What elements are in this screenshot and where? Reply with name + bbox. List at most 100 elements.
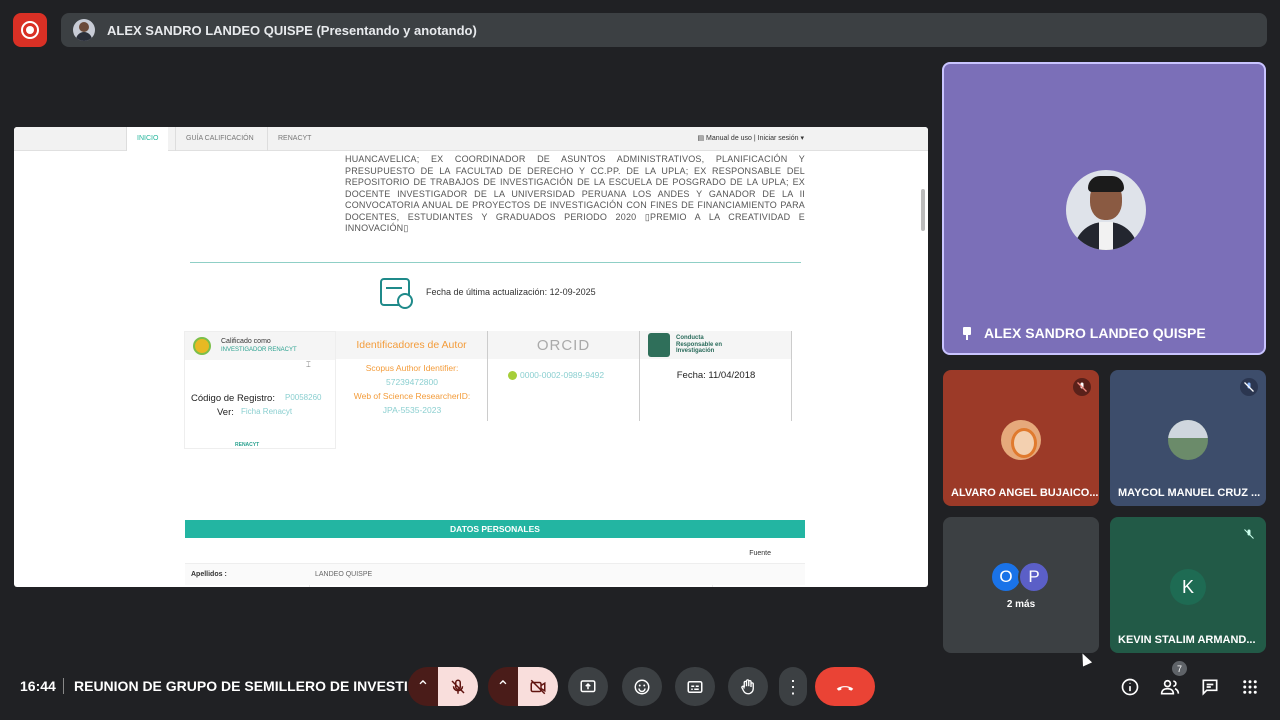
leave-call-button[interactable] (815, 667, 875, 706)
mic-off-icon (1240, 525, 1258, 543)
shared-nav: INICIO GUÍA CALIFICACIÓN RENACYT ▤ Manua… (14, 127, 928, 151)
participant-name: MAYCOL MANUEL CRUZ ... (1118, 487, 1261, 499)
activities-button[interactable] (1237, 675, 1263, 699)
ficha-link[interactable]: Ficha Renacyt (241, 407, 292, 416)
mic-off-icon (1240, 378, 1258, 396)
orcid-card: ORCID 0000-0002-0989-9492 (488, 331, 640, 421)
participant-avatar (1001, 420, 1041, 460)
present-button[interactable] (568, 667, 608, 706)
wos-label: Web of Science ResearcherID: (353, 391, 471, 401)
captions-button[interactable] (675, 667, 715, 706)
people-button[interactable] (1157, 675, 1183, 699)
orcid-value[interactable]: 0000-0002-0989-9492 (520, 370, 604, 380)
participant-tile[interactable]: K KEVIN STALIM ARMAND... (1110, 517, 1266, 653)
emoji-icon (634, 679, 650, 694)
orcid-logo: ORCID (536, 336, 591, 354)
chat-button[interactable] (1197, 675, 1223, 699)
raise-hand-button[interactable] (728, 667, 768, 706)
card1-line1: Calificado como (221, 338, 271, 345)
scopus-value[interactable]: 57239472800 (336, 377, 488, 387)
presenter-label: ALEX SANDRO LANDEO QUISPE (Presentando y… (107, 22, 477, 38)
apellidos-label: Apellidos : (191, 571, 227, 578)
reactions-button[interactable] (622, 667, 662, 706)
author-ids-title: Identificadores de Autor (356, 339, 467, 351)
meeting-info-button[interactable] (1117, 675, 1143, 699)
conduct-card: Conducta Responsable en Investigación Fe… (640, 331, 792, 421)
shared-body: HUANCAVELICA; EX COORDINADOR DE ASUNTOS … (14, 151, 928, 587)
reg-label: Código de Registro: (191, 393, 275, 404)
conduct-date: Fecha: 11/04/2018 (676, 370, 756, 381)
participant-name: KEVIN STALIM ARMAND... (1118, 634, 1256, 646)
shared-screen: INICIO GUÍA CALIFICACIÓN RENACYT ▤ Manua… (14, 127, 928, 587)
update-date: Fecha de última actualización: 12-09-202… (380, 278, 596, 309)
hang-up-icon (836, 685, 854, 691)
tab-inicio[interactable]: INICIO (126, 127, 169, 151)
presenter-bar: ALEX SANDRO LANDEO QUISPE (Presentando y… (61, 13, 1267, 47)
audio-options-button[interactable]: ⌃ (408, 667, 438, 706)
renacyt-logo: RENACYT (235, 442, 260, 448)
participant-tile[interactable]: MAYCOL MANUEL CRUZ ... (1110, 370, 1266, 506)
tab-renacyt[interactable]: RENACYT (267, 127, 321, 151)
table-header-row: Fuente (185, 543, 805, 564)
participant-avatar: K (1170, 569, 1206, 605)
chevron-up-icon: ⌃ (416, 678, 430, 696)
conduct-icon (648, 333, 670, 357)
more-participants-tile[interactable]: OP 2 más (943, 517, 1099, 653)
more-label: 2 más (1006, 599, 1036, 610)
avatar-p: P (1018, 561, 1050, 593)
meeting-title: REUNION DE GRUPO DE SEMILLERO DE INVESTI… (74, 678, 420, 694)
reg-value[interactable]: P0058260 (285, 393, 321, 402)
chevron-up-icon: ⌃ (496, 678, 510, 696)
present-icon (580, 679, 596, 692)
participant-name: ALVARO ANGEL BUJAICO... (951, 487, 1099, 499)
meet-window: { "presenter_bar": {"label": "ALEX SANDR… (0, 0, 1280, 720)
hand-icon (741, 678, 754, 694)
table-row: Apellidos : LANDEO QUISPE (185, 564, 805, 585)
participant-name: ALEX SANDRO LANDEO QUISPE (984, 325, 1206, 341)
fuente-header: Fuente (749, 550, 771, 557)
author-ids-card: Identificadores de Autor Scopus Author I… (336, 331, 488, 421)
orcid-icon (508, 370, 517, 380)
manual-link[interactable]: Manual de uso (706, 135, 752, 142)
conduct-title: Conducta Responsable en Investigación (676, 335, 723, 355)
people-count-badge: 7 (1172, 661, 1187, 676)
presenter-avatar (73, 19, 95, 41)
update-date-text: Fecha de última actualización: 12-09-202… (426, 287, 596, 297)
medal-icon (193, 337, 211, 355)
info-icon (1121, 678, 1139, 696)
tab-guia[interactable]: GUÍA CALIFICACIÓN (175, 127, 264, 151)
mic-off-icon (1073, 378, 1091, 396)
scrollbar[interactable] (921, 189, 925, 231)
scopus-label: Scopus Author Identifier: (365, 363, 459, 373)
more-vert-icon: ⋮ (784, 676, 802, 697)
card1-line2: INVESTIGADOR RENACYT (221, 347, 297, 353)
apellidos-value: LANDEO QUISPE (315, 571, 373, 578)
divider (190, 262, 801, 263)
clock: 16:44 (20, 678, 56, 694)
people-icon (1160, 679, 1180, 695)
login-link[interactable]: Iniciar sesión (758, 135, 799, 142)
captions-icon (687, 680, 703, 693)
apps-icon (1243, 680, 1257, 694)
pinned-participant-tile[interactable]: ALEX SANDRO LANDEO QUISPE (942, 62, 1266, 355)
camera-off-icon (530, 679, 546, 694)
section-header: DATOS PERSONALES (185, 520, 805, 538)
mic-toggle-button[interactable] (438, 667, 478, 706)
recording-indicator[interactable] (13, 13, 47, 47)
more-options-button[interactable]: ⋮ (779, 667, 807, 706)
participant-tile[interactable]: ALVARO ANGEL BUJAICO... (943, 370, 1099, 506)
mouse-pointer-icon (1077, 651, 1093, 667)
participant-avatar (1066, 170, 1146, 250)
nav-right: ▤ Manual de uso | Iniciar sesión ▾ (697, 135, 804, 142)
id-cards: Calificado como INVESTIGADOR RENACYT Códi… (184, 331, 792, 451)
pin-icon[interactable] (962, 326, 972, 340)
camera-toggle-button[interactable] (518, 667, 558, 706)
chat-icon (1202, 679, 1218, 696)
bio-paragraph: HUANCAVELICA; EX COORDINADOR DE ASUNTOS … (345, 154, 805, 233)
wos-value[interactable]: JPA-5535-2023 (336, 405, 488, 415)
calendar-icon (380, 278, 413, 309)
video-options-button[interactable]: ⌃ (488, 667, 518, 706)
renacyt-card: Calificado como INVESTIGADOR RENACYT Códi… (184, 331, 336, 449)
personal-data-table: Fuente Apellidos : LANDEO QUISPE (185, 543, 805, 587)
participant-avatar (1168, 420, 1208, 460)
